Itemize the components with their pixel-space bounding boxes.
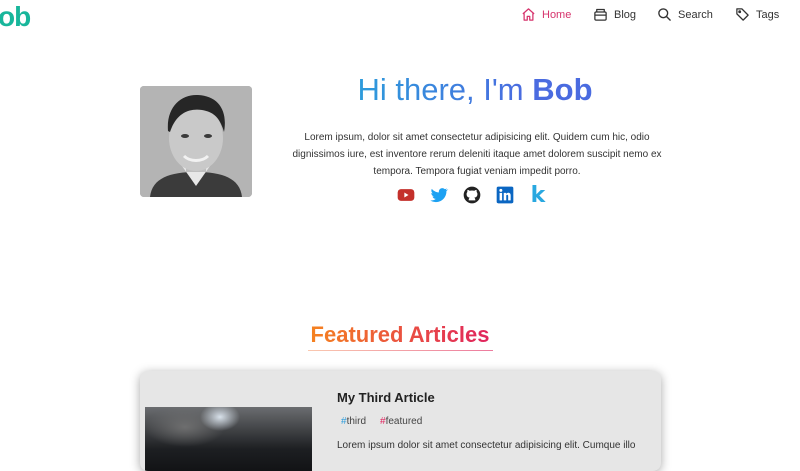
tag-label: featured bbox=[385, 416, 423, 427]
article-title[interactable]: My Third Article bbox=[337, 390, 435, 405]
kaggle-link[interactable]: k bbox=[527, 182, 549, 208]
nav-search[interactable]: Search bbox=[657, 7, 713, 22]
archive-icon bbox=[594, 8, 607, 21]
home-icon bbox=[522, 8, 535, 21]
article-thumbnail[interactable] bbox=[145, 407, 312, 471]
article-card[interactable]: My Third Article #third #featured Lorem … bbox=[140, 371, 661, 471]
featured-underline bbox=[308, 350, 493, 351]
youtube-link[interactable] bbox=[395, 184, 417, 206]
top-nav: Home Blog Search Tags bbox=[0, 7, 800, 27]
hero-name: Bob bbox=[532, 72, 593, 107]
tag-label: third bbox=[346, 416, 367, 427]
social-links: k bbox=[395, 182, 560, 208]
nav-search-label: Search bbox=[678, 8, 713, 21]
linkedin-link[interactable] bbox=[494, 184, 516, 206]
twitter-link[interactable] bbox=[428, 184, 450, 206]
tag-third[interactable]: #third bbox=[341, 416, 366, 427]
hero-description: Lorem ipsum, dolor sit amet consectetur … bbox=[292, 132, 662, 177]
article-tags: #third #featured bbox=[341, 416, 436, 427]
search-icon bbox=[658, 8, 671, 21]
hero-greeting: Hi there, I'm bbox=[357, 72, 524, 107]
youtube-icon bbox=[397, 189, 415, 201]
profile-photo bbox=[140, 86, 252, 197]
nav-blog[interactable]: Blog bbox=[593, 7, 636, 22]
nav-tags-label: Tags bbox=[756, 8, 780, 21]
twitter-icon bbox=[430, 188, 449, 203]
nav-blog-label: Blog bbox=[614, 8, 637, 21]
nav-home[interactable]: Home bbox=[521, 7, 571, 22]
nav-tags[interactable]: Tags bbox=[735, 7, 779, 22]
featured-heading: Featured Articles bbox=[300, 320, 500, 350]
nav-home-label: Home bbox=[542, 8, 572, 21]
kaggle-icon: k bbox=[530, 182, 546, 208]
avatar bbox=[140, 86, 252, 197]
featured-heading-text: Featured Articles bbox=[310, 322, 490, 347]
hero-title: Hi there, I'm Bob bbox=[290, 72, 660, 108]
article-excerpt: Lorem ipsum dolor sit amet consectetur a… bbox=[337, 440, 636, 451]
github-icon bbox=[463, 186, 481, 204]
tag-featured[interactable]: #featured bbox=[380, 416, 422, 427]
linkedin-icon bbox=[496, 186, 514, 204]
github-link[interactable] bbox=[461, 184, 483, 206]
tag-icon bbox=[736, 8, 749, 21]
